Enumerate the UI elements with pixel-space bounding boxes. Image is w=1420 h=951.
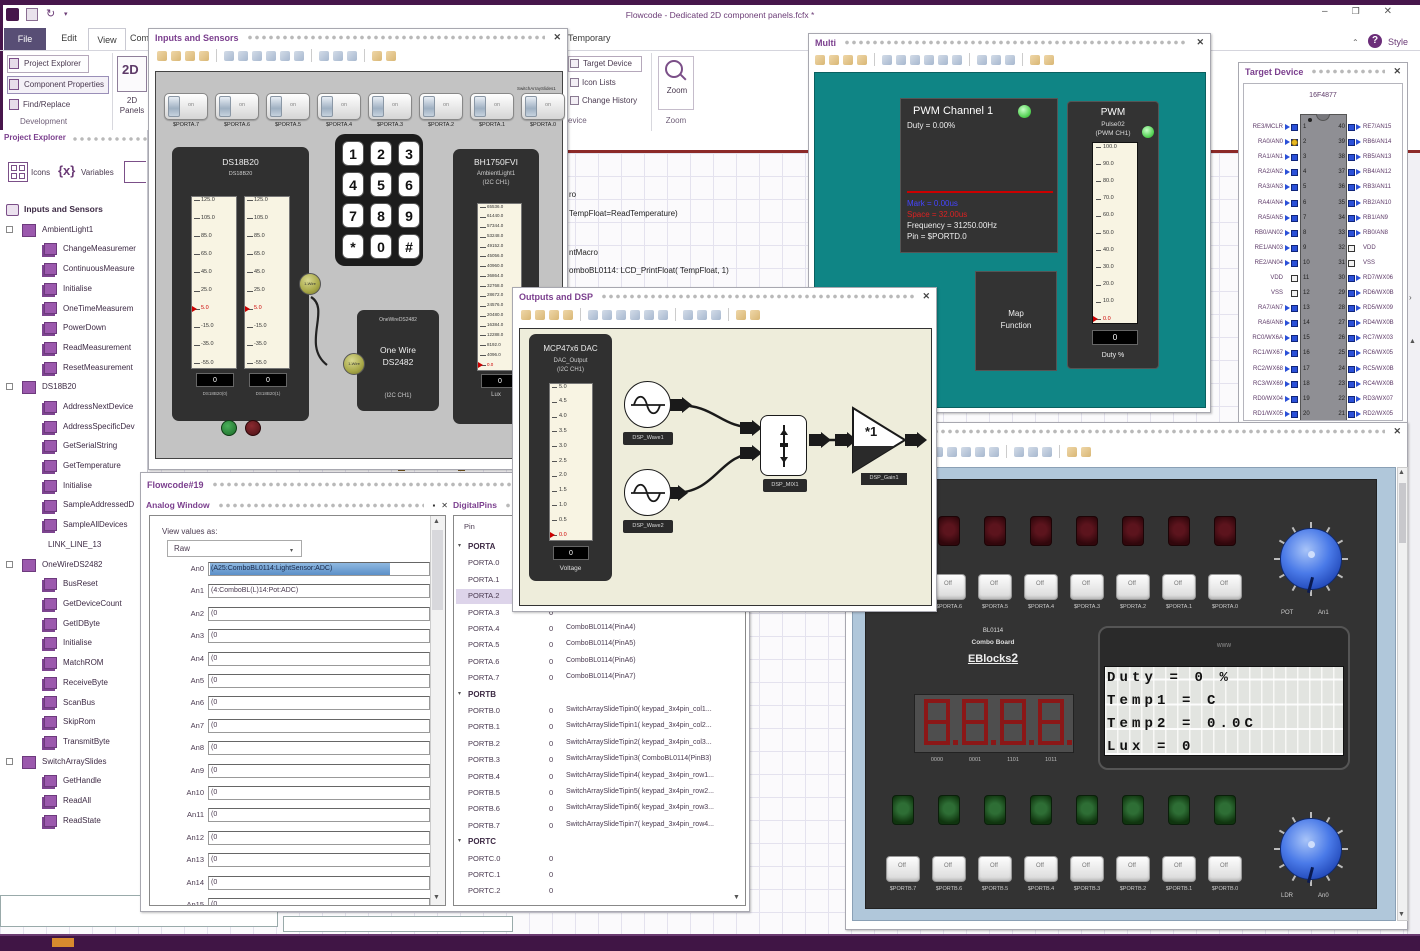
svg-text:*1: *1	[865, 424, 877, 439]
